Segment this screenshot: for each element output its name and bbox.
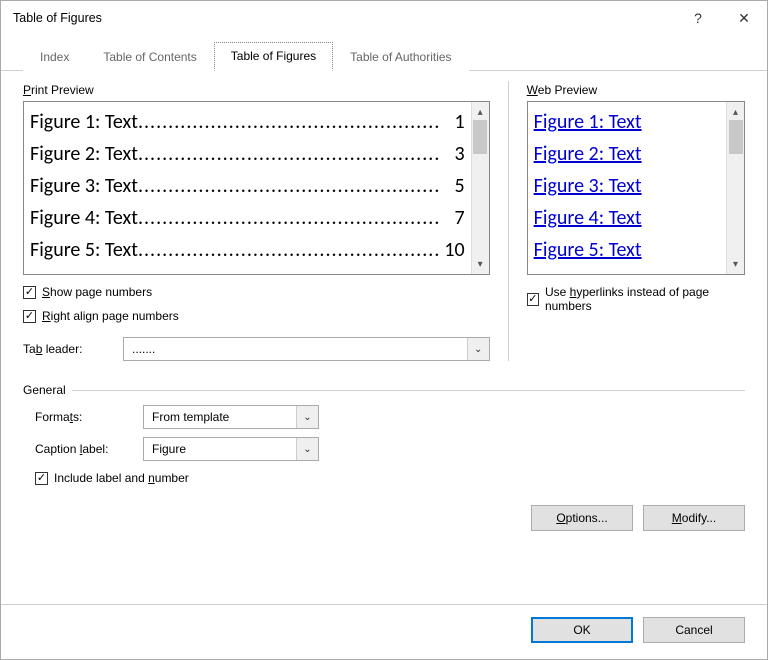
web-preview-scrollbar[interactable]: ▴ ▾ (726, 102, 744, 274)
formats-select[interactable]: From template ⌄ (143, 405, 319, 429)
chevron-down-icon[interactable]: ⌄ (296, 438, 318, 460)
options-button[interactable]: Options... (531, 505, 633, 531)
scroll-up-icon[interactable]: ▴ (472, 104, 489, 120)
scroll-up-icon[interactable]: ▴ (727, 104, 744, 120)
window-title: Table of Figures (13, 11, 102, 25)
chevron-down-icon[interactable]: ⌄ (467, 338, 489, 360)
formats-label: Formats: (35, 410, 143, 424)
scroll-thumb[interactable] (729, 120, 743, 154)
tab-leader-select[interactable]: ....... ⌄ (123, 337, 490, 361)
caption-label-value: Figure (144, 442, 296, 456)
checkbox-icon (527, 293, 539, 306)
show-page-numbers-label: Show page numbers (42, 285, 152, 299)
modify-button[interactable]: Modify... (643, 505, 745, 531)
right-align-label: Right align page numbers (42, 309, 179, 323)
tab-leader-label: Tab leader: (23, 342, 115, 356)
scroll-down-icon[interactable]: ▾ (472, 256, 489, 272)
web-preview-list[interactable]: Figure 1: Text Figure 2: Text Figure 3: … (528, 102, 726, 274)
formats-value: From template (144, 410, 296, 424)
show-page-numbers-checkbox[interactable]: Show page numbers (23, 285, 490, 299)
scroll-down-icon[interactable]: ▾ (727, 256, 744, 272)
checkbox-icon (35, 472, 48, 485)
web-preview-row: Figure 3: Text (534, 170, 720, 202)
print-preview-box: Figure 1: Text..........................… (23, 101, 490, 275)
dialog-footer: OK Cancel (1, 604, 767, 659)
use-hyperlinks-label: Use hyperlinks instead of page numbers (545, 285, 745, 313)
print-preview-row: Figure 4: Text..........................… (30, 202, 465, 234)
web-preview-column: Web Preview Figure 1: Text Figure 2: Tex… (509, 81, 745, 361)
title-bar: Table of Figures ? ✕ (1, 1, 767, 35)
print-preview-list[interactable]: Figure 1: Text..........................… (24, 102, 471, 274)
tab-index[interactable]: Index (23, 43, 86, 71)
checkbox-icon (23, 310, 36, 323)
tab-table-of-figures[interactable]: Table of Figures (214, 42, 333, 71)
general-section-label: General (23, 383, 66, 397)
checkbox-icon (23, 286, 36, 299)
print-preview-row: Figure 1: Text..........................… (30, 106, 465, 138)
include-label-number-checkbox[interactable]: Include label and number (35, 471, 189, 485)
scroll-thumb[interactable] (473, 120, 487, 154)
web-preview-row: Figure 4: Text (534, 202, 720, 234)
print-preview-scrollbar[interactable]: ▴ ▾ (471, 102, 489, 274)
print-preview-row: Figure 5: Text..........................… (30, 234, 465, 266)
include-label-number-label: Include label and number (54, 471, 189, 485)
print-preview-label: Print Preview (23, 83, 490, 97)
tab-table-of-contents[interactable]: Table of Contents (86, 43, 213, 71)
tab-content: Print Preview Figure 1: Text............… (1, 71, 767, 604)
chevron-down-icon[interactable]: ⌄ (296, 406, 318, 428)
general-section: General Formats: From template ⌄ Caption… (23, 383, 745, 531)
web-preview-row: Figure 2: Text (534, 138, 720, 170)
print-preview-column: Print Preview Figure 1: Text............… (23, 81, 509, 361)
web-preview-row: Figure 5: Text (534, 234, 720, 266)
ok-button[interactable]: OK (531, 617, 633, 643)
use-hyperlinks-checkbox[interactable]: Use hyperlinks instead of page numbers (527, 285, 745, 313)
tab-leader-value: ....... (124, 342, 467, 356)
caption-label-select[interactable]: Figure ⌄ (143, 437, 319, 461)
right-align-page-numbers-checkbox[interactable]: Right align page numbers (23, 309, 490, 323)
print-preview-row: Figure 3: Text..........................… (30, 170, 465, 202)
caption-label-label: Caption label: (35, 442, 143, 456)
web-preview-row: Figure 1: Text (534, 106, 720, 138)
cancel-button[interactable]: Cancel (643, 617, 745, 643)
tab-strip: Index Table of Contents Table of Figures… (1, 35, 767, 71)
print-preview-row: Figure 2: Text..........................… (30, 138, 465, 170)
help-button[interactable]: ? (675, 1, 721, 35)
web-preview-box: Figure 1: Text Figure 2: Text Figure 3: … (527, 101, 745, 275)
web-preview-label: Web Preview (527, 83, 745, 97)
tab-table-of-authorities[interactable]: Table of Authorities (333, 43, 468, 71)
close-button[interactable]: ✕ (721, 1, 767, 35)
